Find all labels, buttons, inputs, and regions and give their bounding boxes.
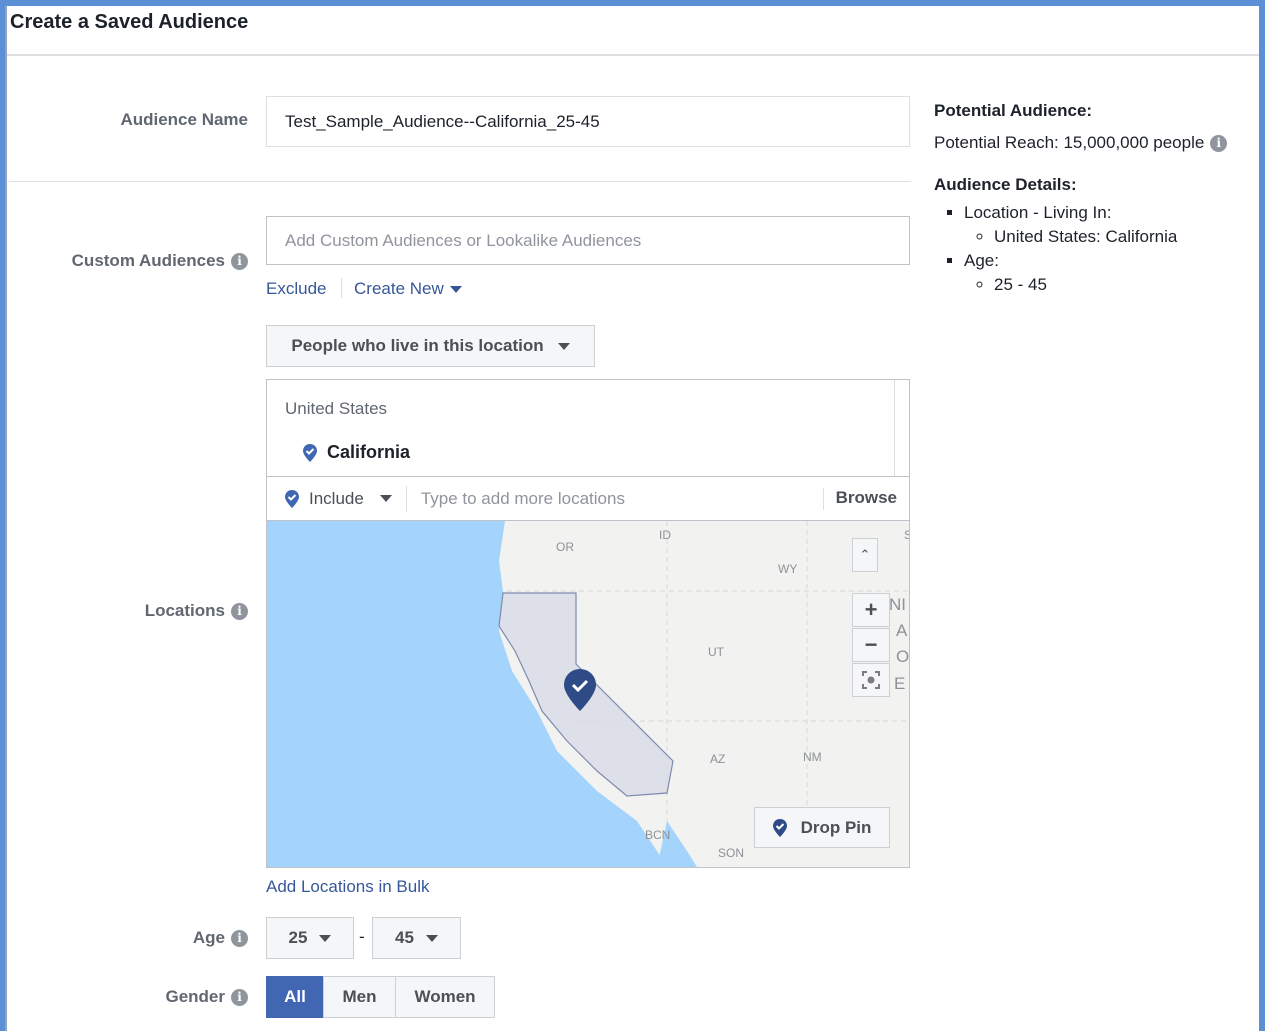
info-icon[interactable]: i — [231, 929, 248, 947]
audience-name-label: Audience Name — [120, 110, 248, 129]
potential-audience-title: Potential Audience: — [934, 101, 1093, 120]
location-type-dropdown[interactable]: People who live in this location — [266, 325, 595, 367]
zoom-in-button[interactable]: + — [852, 593, 890, 627]
locations-box: United States California Include Type to… — [266, 379, 910, 868]
include-dropdown[interactable]: Include — [267, 485, 407, 512]
recenter-button[interactable] — [852, 663, 890, 697]
info-icon[interactable]: i — [231, 252, 248, 270]
zoom-out-button[interactable]: − — [852, 628, 890, 662]
potential-reach: Potential Reach: 15,000,000 people — [934, 133, 1205, 152]
country-label: United States — [285, 399, 388, 418]
separator — [341, 278, 342, 298]
location-pin-icon — [303, 443, 317, 462]
map-label: SON — [718, 846, 744, 860]
location-search-row: Include Type to add more locations Brows… — [267, 476, 909, 521]
custom-audiences-label: Custom Audiences i — [72, 251, 248, 271]
info-icon[interactable]: i — [231, 602, 248, 620]
location-pin-icon — [285, 489, 299, 508]
audience-name-input[interactable]: Test_Sample_Audience--California_25-45 — [266, 96, 910, 147]
scrollbar[interactable] — [894, 380, 909, 476]
map-label: E — [894, 674, 905, 693]
location-pin-icon — [772, 818, 787, 837]
caret-down-icon — [425, 934, 438, 942]
map-label: BCN — [645, 828, 670, 842]
add-locations-bulk-link[interactable]: Add Locations in Bulk — [266, 877, 430, 897]
detail-age: Age: — [964, 251, 999, 270]
map-label: ID — [659, 528, 671, 542]
map-label: WY — [778, 562, 797, 576]
age-label: Age i — [193, 928, 248, 948]
gender-men-button[interactable]: Men — [323, 976, 396, 1018]
divider — [9, 181, 911, 182]
map-label: AZ — [710, 752, 725, 766]
collapse-map-button[interactable]: ⌃ — [852, 538, 878, 572]
caret-down-icon — [379, 495, 392, 502]
map-label: NI — [889, 595, 906, 614]
age-min-dropdown[interactable]: 25 — [266, 917, 354, 959]
recenter-icon — [862, 671, 880, 689]
age-separator: - — [359, 927, 365, 946]
drop-pin-button[interactable]: Drop Pin — [754, 807, 890, 848]
gender-women-button[interactable]: Women — [395, 976, 495, 1018]
audience-details-title: Audience Details: — [934, 175, 1077, 194]
gender-all-button[interactable]: All — [266, 976, 324, 1018]
detail-location-value: United States: California — [994, 225, 1227, 249]
exclude-link[interactable]: Exclude — [266, 279, 326, 299]
detail-location: Location - Living In: — [964, 203, 1112, 222]
details-list: Location - Living In: United States: Cal… — [964, 201, 1227, 297]
map-label: S — [904, 528, 909, 542]
divider — [7, 54, 1259, 56]
browse-button[interactable]: Browse — [822, 487, 909, 510]
map-label: UT — [708, 645, 725, 659]
custom-audiences-input[interactable]: Add Custom Audiences or Lookalike Audien… — [266, 216, 910, 265]
create-new-link[interactable]: Create New — [354, 279, 462, 299]
selected-location[interactable]: California — [303, 442, 410, 463]
gender-label: Gender i — [165, 987, 248, 1007]
dialog: Create a Saved Audience Audience Name Te… — [5, 6, 1259, 1031]
location-search-input[interactable]: Type to add more locations — [407, 489, 823, 509]
caret-down-icon — [557, 342, 570, 350]
caret-down-icon — [319, 934, 332, 942]
map-label: NM — [803, 750, 822, 764]
map-label: O — [896, 647, 909, 666]
info-icon[interactable]: i — [231, 988, 248, 1006]
locations-label: Locations i — [145, 601, 248, 621]
audience-summary: Potential Audience: Potential Reach: 15,… — [934, 101, 1228, 297]
map-label: OR — [556, 540, 574, 554]
age-max-dropdown[interactable]: 45 — [372, 917, 461, 959]
detail-age-value: 25 - 45 — [994, 273, 1227, 297]
map-label: A — [896, 621, 908, 640]
caret-down-icon — [449, 285, 462, 293]
page-title: Create a Saved Audience — [10, 11, 249, 33]
info-icon[interactable]: i — [1210, 134, 1228, 152]
